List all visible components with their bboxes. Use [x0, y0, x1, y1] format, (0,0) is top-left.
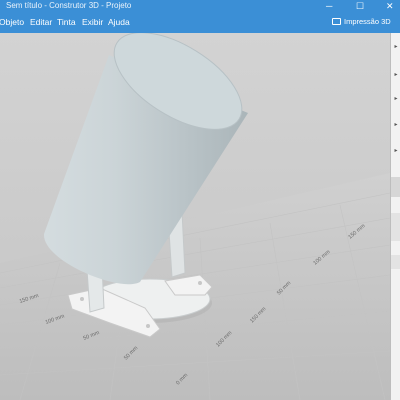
- printer-icon: [332, 18, 341, 25]
- tool-button[interactable]: ▸: [392, 147, 400, 155]
- screw-hole: [80, 297, 84, 301]
- maximize-icon[interactable]: ☐: [356, 1, 364, 11]
- tool-button[interactable]: ▸: [392, 95, 400, 103]
- print-3d-button[interactable]: Impressão 3D: [332, 17, 391, 26]
- tool-button[interactable]: ▸: [392, 71, 400, 79]
- 3d-viewport[interactable]: 150 mm 100 mm 50 mm 50 mm 0 mm 100 mm 15…: [0, 33, 390, 400]
- minimize-icon[interactable]: ─: [326, 1, 332, 11]
- menu-editar[interactable]: Editar: [30, 17, 52, 27]
- panel-section: [391, 213, 400, 241]
- title-bar: Sem título - Construtor 3D - Projeto ─ ☐…: [0, 0, 400, 13]
- menu-exibir[interactable]: Exibir: [82, 17, 103, 27]
- panel-section: [391, 177, 400, 197]
- tool-button[interactable]: ▸: [392, 43, 400, 51]
- screw-hole: [198, 281, 202, 285]
- screw-hole: [146, 324, 150, 328]
- tool-button[interactable]: ▸: [392, 121, 400, 129]
- panel-section: [391, 255, 400, 269]
- scene: 150 mm 100 mm 50 mm 50 mm 0 mm 100 mm 15…: [0, 33, 390, 400]
- menu-ajuda[interactable]: Ajuda: [108, 17, 130, 27]
- menu-bar: Objeto Editar Tinta Exibir Ajuda Impress…: [0, 13, 400, 33]
- menu-tinta[interactable]: Tinta: [57, 17, 76, 27]
- window-title: Sem título - Construtor 3D - Projeto: [6, 1, 132, 10]
- right-toolbar: ▸ ▸ ▸ ▸ ▸: [390, 33, 400, 400]
- menu-objeto[interactable]: Objeto: [0, 17, 24, 27]
- print-3d-label: Impressão 3D: [344, 17, 391, 26]
- close-icon[interactable]: ✕: [386, 1, 394, 11]
